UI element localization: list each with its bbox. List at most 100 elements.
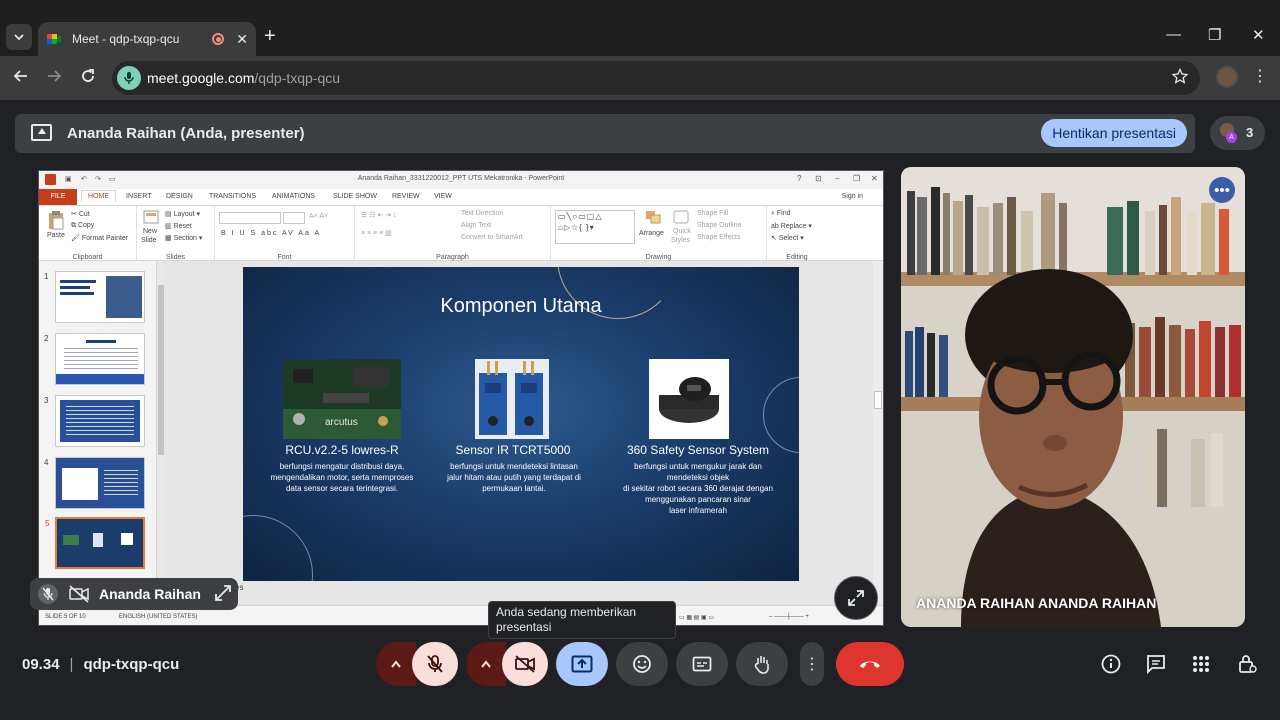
profile-avatar[interactable] [1216, 66, 1238, 88]
font-grow-icon: A˄ A˅ [309, 213, 329, 220]
ppt-window-title: Ananda Raihan_3331220012_PPT UTS Mekatro… [357, 175, 565, 182]
slide-thumbnails-pane: 1 2 3 4 5 [39, 261, 157, 605]
decor-ring [243, 515, 313, 581]
participants-button[interactable]: A 3 [1210, 116, 1265, 150]
ppt-tab-view: VIEW [434, 193, 452, 200]
ppt-tab-transitions: TRANSITIONS [209, 193, 257, 200]
group-name-font: Font [277, 254, 292, 261]
participant-more-options-button[interactable]: ••• [1209, 177, 1235, 203]
browser-menu-icon[interactable]: ⋮ [1252, 66, 1268, 86]
meeting-info: 09.34 | qdp-txqp-qcu [22, 656, 179, 673]
microphone-toggle-button[interactable] [412, 642, 458, 686]
expand-icon [848, 590, 864, 606]
ppt-group-font: A˄ A˅ B I U S abc AV Aa A Font [215, 206, 355, 262]
arrange-label: Arrange [639, 230, 664, 237]
thumbnail-scrollbar [157, 261, 165, 605]
info-icon [1101, 654, 1121, 674]
tab-close-icon[interactable]: ✕ [236, 31, 248, 48]
current-slide: Komponen Utama arcutus RCU.v2.2-5 lowres… [243, 267, 799, 581]
reactions-button[interactable] [616, 642, 668, 686]
view-buttons-icon: ▭ ▦ ▤ ▣ ▭ [679, 615, 715, 621]
browser-tab-bar: Meet - qdp-txqp-qcu ✕ + — ❐ ✕ [0, 0, 1280, 56]
ppt-close-icon: ✕ [871, 174, 878, 183]
window-minimize-button[interactable]: — [1166, 26, 1181, 43]
chat-button[interactable] [1145, 653, 1167, 675]
slide-thumbnail-selected: 5 [45, 517, 145, 569]
back-arrow-icon[interactable] [13, 68, 29, 84]
url-text: meet.google.com/qdp-txqp-qcu [147, 70, 341, 86]
slide-canvas: Komponen Utama arcutus RCU.v2.2-5 lowres… [165, 261, 873, 605]
convert-smartart-item: Convert to SmartArt [461, 234, 523, 241]
forward-arrow-icon[interactable] [46, 68, 62, 84]
camera-off-icon [69, 585, 89, 603]
replace-item: ab Replace ▾ [771, 223, 812, 230]
ppt-minimize-icon: – [835, 174, 840, 183]
shapes-gallery: ▭╲○▭▢△ ⌂▷☆{ }▾ [555, 210, 635, 244]
group-name-paragraph: Paragraph [436, 254, 469, 261]
component-desc: berfungsi mengatur distribusi daya, meng… [270, 462, 414, 493]
align-icons: ≡ ≡ ≡ ≡ ▥ [361, 230, 392, 237]
expand-icon[interactable] [214, 584, 232, 602]
address-bar[interactable]: meet.google.com/qdp-txqp-qcu [112, 61, 1200, 95]
component-name: RCU.v2.2-5 lowres-R [285, 443, 399, 457]
tab-title: Meet - qdp-txqp-qcu [72, 32, 180, 46]
self-view-pill[interactable]: Ananda Raihan [30, 578, 238, 610]
leave-call-button[interactable] [836, 642, 904, 686]
copy-item: ⧉ Copy [71, 222, 95, 229]
bullets-icon: ☰ ☷ ⇤ ⇥ ↕ [361, 212, 397, 219]
window-close-button[interactable]: ✕ [1252, 26, 1265, 44]
shape-effects-item: Shape Effects [697, 234, 741, 241]
window-restore-button[interactable]: ❐ [1208, 26, 1221, 44]
tab-search-button[interactable] [6, 24, 32, 50]
zoom-slider: – ───┼─── + [769, 614, 809, 620]
paste-icon [49, 211, 64, 230]
bookmark-star-icon[interactable] [1172, 68, 1188, 84]
clock-separator: | [69, 656, 74, 673]
present-screen-button[interactable] [556, 642, 608, 686]
shape-fill-item: Shape Fill [697, 210, 729, 217]
component-name: Sensor IR TCRT5000 [455, 443, 571, 457]
stop-presenting-button[interactable]: Hentikan presentasi [1041, 119, 1187, 147]
ppt-group-clipboard: Paste ✂ Cut ⧉ Copy 🖌 Format Painter Clip… [39, 206, 137, 262]
raise-hand-button[interactable] [736, 642, 788, 686]
browser-toolbar: meet.google.com/qdp-txqp-qcu ⋮ [0, 56, 1280, 100]
activities-button[interactable] [1190, 653, 1212, 675]
component-desc: berfungsi untuk mendeteksi lintasan jalu… [447, 462, 581, 493]
ppt-group-editing: ⌕ Find ab Replace ▾ ↖ Select ▾ Editing [767, 206, 827, 262]
fullscreen-presentation-button[interactable] [834, 576, 878, 620]
quick-styles-label-1: Quick [673, 228, 691, 235]
host-controls-button[interactable] [1236, 653, 1258, 675]
ppt-ribbon: Paste ✂ Cut ⧉ Copy 🖌 Format Painter Clip… [39, 205, 883, 262]
video-options-button[interactable] [466, 642, 506, 686]
meeting-details-button[interactable] [1100, 653, 1122, 675]
microphone-in-use-icon[interactable] [117, 66, 141, 90]
thumb-number: 3 [44, 396, 49, 405]
audio-options-button[interactable] [376, 642, 416, 686]
captions-button[interactable] [676, 642, 728, 686]
ppt-group-drawing: ▭╲○▭▢△ ⌂▷☆{ }▾ Arrange Quick Styles Shape… [551, 206, 767, 262]
new-slide-icon [143, 210, 159, 224]
ppt-sign-in: Sign in [841, 193, 863, 200]
language-status: ENGLISH (UNITED STATES) [119, 614, 198, 620]
slide-scrollbar [873, 261, 883, 605]
slide-title: Komponen Utama [440, 295, 602, 317]
reset-item: ▥ Reset [165, 223, 192, 230]
recording-indicator-icon [212, 33, 225, 45]
thumb-number: 1 [44, 272, 49, 281]
participant-name: ANANDA RAIHAN ANANDA RAIHAN [916, 595, 1157, 611]
emoji-icon [633, 655, 651, 673]
present-screen-icon [31, 124, 52, 141]
current-time: 09.34 [22, 656, 60, 673]
new-tab-button[interactable]: + [264, 26, 276, 46]
more-options-button[interactable]: ⋮ [800, 642, 824, 686]
camera-toggle-button[interactable] [502, 642, 548, 686]
ppt-help-icon: ? [797, 174, 802, 183]
lidar-sensor-image [649, 359, 729, 439]
font-format-buttons: B I U S abc AV Aa A [221, 230, 322, 237]
section-item: ▦ Section ▾ [165, 235, 203, 242]
component-name: 360 Safety Sensor System [626, 443, 770, 457]
reload-icon[interactable] [80, 68, 96, 84]
arrange-icon [646, 211, 661, 224]
browser-tab-meet[interactable]: Meet - qdp-txqp-qcu ✕ [38, 22, 256, 56]
ppt-restore-icon: ❐ [853, 174, 861, 183]
